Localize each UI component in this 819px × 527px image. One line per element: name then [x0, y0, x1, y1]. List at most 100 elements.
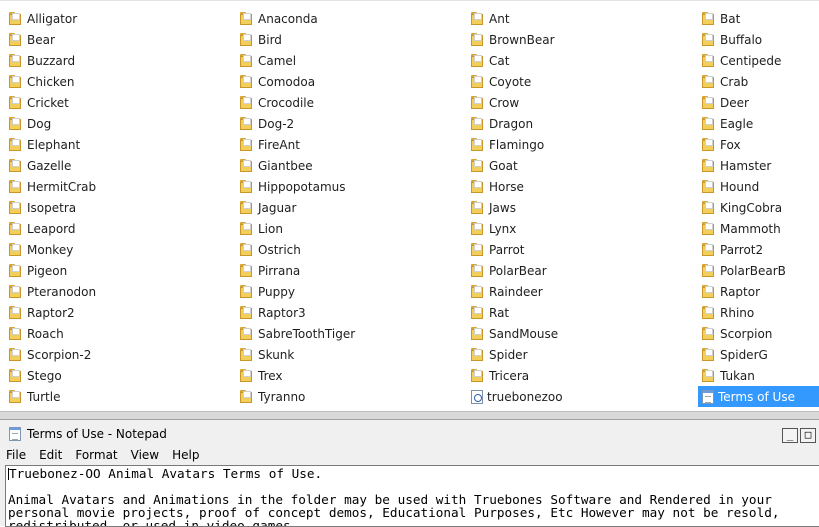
folder-item[interactable]: Crocodile — [231, 92, 462, 113]
folder-item[interactable]: Camel — [231, 50, 462, 71]
folder-item[interactable]: Fox — [693, 134, 819, 155]
menu-help[interactable]: Help — [166, 448, 206, 462]
folder-item[interactable]: Roach — [0, 323, 231, 344]
folder-item[interactable]: Coyote — [462, 71, 693, 92]
folder-icon — [471, 117, 485, 130]
item-label: Rhino — [720, 305, 755, 320]
folder-item[interactable]: Scorpion — [693, 323, 819, 344]
folder-item[interactable]: Jaguar — [231, 197, 462, 218]
folder-item[interactable]: Bat — [693, 8, 819, 29]
folder-item[interactable]: Gazelle — [0, 155, 231, 176]
menu-view[interactable]: View — [125, 448, 166, 462]
folder-item[interactable]: Comodoa — [231, 71, 462, 92]
folder-item[interactable]: Puppy — [231, 281, 462, 302]
folder-item[interactable]: Anaconda — [231, 8, 462, 29]
folder-item[interactable]: Raindeer — [462, 281, 693, 302]
folder-item[interactable]: Spider — [462, 344, 693, 365]
folder-item[interactable]: Horse — [462, 176, 693, 197]
item-label: Puppy — [258, 284, 295, 299]
folder-item[interactable]: Raptor2 — [0, 302, 231, 323]
folder-item[interactable]: Goat — [462, 155, 693, 176]
folder-item[interactable]: Rhino — [693, 302, 819, 323]
folder-item[interactable]: KingCobra — [693, 197, 819, 218]
folder-item[interactable]: Tyranno — [231, 386, 462, 407]
folder-item[interactable]: Giantbee — [231, 155, 462, 176]
folder-item[interactable]: HermitCrab — [0, 176, 231, 197]
folder-item[interactable]: SabreToothTiger — [231, 323, 462, 344]
folder-item[interactable]: Pteranodon — [0, 281, 231, 302]
folder-item[interactable]: Ant — [462, 8, 693, 29]
folder-item[interactable]: Skunk — [231, 344, 462, 365]
folder-item[interactable]: Parrot2 — [693, 239, 819, 260]
file-item[interactable]: truebonezoo — [462, 386, 693, 407]
folder-icon — [702, 285, 716, 298]
folder-item[interactable]: Hippopotamus — [231, 176, 462, 197]
menu-edit[interactable]: Edit — [33, 448, 69, 462]
folder-item[interactable]: BrownBear — [462, 29, 693, 50]
text-editor[interactable]: Truebonez-OO Animal Avatars Terms of Use… — [5, 465, 819, 527]
folder-item[interactable]: Monkey — [0, 239, 231, 260]
minimize-button[interactable]: _ — [782, 428, 798, 443]
folder-item[interactable]: Buffalo — [693, 29, 819, 50]
folder-item[interactable]: Pirrana — [231, 260, 462, 281]
folder-icon — [9, 138, 23, 151]
folder-icon — [702, 12, 716, 25]
folder-item[interactable]: Flamingo — [462, 134, 693, 155]
folder-item[interactable]: Cricket — [0, 92, 231, 113]
file-item[interactable]: Terms of Use — [698, 386, 819, 407]
folder-icon — [9, 117, 23, 130]
folder-item[interactable]: Crow — [462, 92, 693, 113]
menu-format[interactable]: Format — [69, 448, 124, 462]
menu-file[interactable]: File — [0, 448, 33, 462]
folder-item[interactable]: SandMouse — [462, 323, 693, 344]
folder-item[interactable]: Rat — [462, 302, 693, 323]
folder-icon — [240, 306, 254, 319]
folder-item[interactable]: Trex — [231, 365, 462, 386]
folder-item[interactable]: Centipede — [693, 50, 819, 71]
folder-item[interactable]: Ostrich — [231, 239, 462, 260]
folder-item[interactable]: SpiderG — [693, 344, 819, 365]
folder-item[interactable]: PolarBear — [462, 260, 693, 281]
folder-item[interactable]: Dog — [0, 113, 231, 134]
folder-item[interactable]: Turtle — [0, 386, 231, 407]
folder-item[interactable]: Deer — [693, 92, 819, 113]
folder-item[interactable]: Pigeon — [0, 260, 231, 281]
folder-item[interactable]: Chicken — [0, 71, 231, 92]
folder-item[interactable]: Hound — [693, 176, 819, 197]
notepad-titlebar[interactable]: Terms of Use - Notepad _ □ — [0, 423, 819, 445]
folder-item[interactable]: Tricera — [462, 365, 693, 386]
folder-item[interactable]: Bird — [231, 29, 462, 50]
folder-item[interactable]: Raptor — [693, 281, 819, 302]
folder-item[interactable]: Tukan — [693, 365, 819, 386]
folder-item[interactable]: Buzzard — [0, 50, 231, 71]
maximize-button[interactable]: □ — [800, 428, 816, 443]
folder-item[interactable]: Leapord — [0, 218, 231, 239]
folder-icon — [702, 159, 716, 172]
folder-item[interactable]: Jaws — [462, 197, 693, 218]
folder-item[interactable]: Elephant — [0, 134, 231, 155]
item-label: Parrot2 — [720, 242, 764, 257]
folder-item[interactable]: Dragon — [462, 113, 693, 134]
folder-item[interactable]: Scorpion-2 — [0, 344, 231, 365]
item-label: Terms of Use — [718, 389, 795, 404]
folder-item[interactable]: PolarBearB — [693, 260, 819, 281]
folder-item[interactable]: Alligator — [0, 8, 231, 29]
folder-item[interactable]: Isopetra — [0, 197, 231, 218]
folder-item[interactable]: Bear — [0, 29, 231, 50]
folder-item[interactable]: Crab — [693, 71, 819, 92]
folder-item[interactable]: Stego — [0, 365, 231, 386]
file-column: Alligator Bear Buzzard Chicken Cricket Dog Ele… — [0, 8, 231, 407]
folder-item[interactable]: Lion — [231, 218, 462, 239]
folder-item[interactable]: Mammoth — [693, 218, 819, 239]
folder-item[interactable]: Hamster — [693, 155, 819, 176]
item-label: Mammoth — [720, 221, 781, 236]
folder-item[interactable]: Raptor3 — [231, 302, 462, 323]
folder-icon — [240, 243, 254, 256]
item-label: Coyote — [489, 74, 532, 89]
folder-item[interactable]: Dog-2 — [231, 113, 462, 134]
folder-item[interactable]: FireAnt — [231, 134, 462, 155]
folder-item[interactable]: Parrot — [462, 239, 693, 260]
folder-item[interactable]: Lynx — [462, 218, 693, 239]
folder-item[interactable]: Eagle — [693, 113, 819, 134]
folder-item[interactable]: Cat — [462, 50, 693, 71]
